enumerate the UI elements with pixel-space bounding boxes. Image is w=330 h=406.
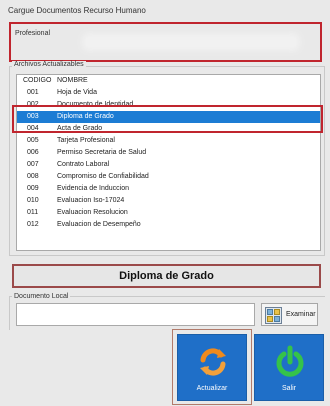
salir-button[interactable]: Salir — [254, 334, 324, 401]
list-row-007[interactable]: 007 Contrato Laboral — [17, 159, 320, 171]
documento-local-input[interactable] — [16, 303, 255, 326]
actualizar-button[interactable]: Actualizar — [177, 334, 247, 401]
row-code: 009 — [27, 185, 39, 192]
row-code: 007 — [27, 161, 39, 168]
list-row-006[interactable]: 006 Permiso Secretaria de Salud — [17, 147, 320, 159]
row-code: 010 — [27, 197, 39, 204]
examinar-label: Examinar — [286, 311, 316, 318]
salir-label: Salir — [281, 385, 296, 392]
power-icon — [275, 345, 305, 377]
row-code: 012 — [27, 221, 39, 228]
row-code: 001 — [27, 89, 39, 96]
selected-document-label: Diploma de Grado — [12, 264, 321, 288]
row-code: 008 — [27, 173, 39, 180]
row-name: Evidencia de Induccion — [57, 185, 129, 192]
column-nombre[interactable]: NOMBRE — [57, 77, 88, 84]
list-row-001[interactable]: 001 Hoja de Vida — [17, 87, 320, 99]
folder-grid-icon — [265, 307, 282, 324]
list-row-011[interactable]: 011 Evaluacion Resolucion — [17, 207, 320, 219]
refresh-icon — [197, 346, 229, 378]
list-row-005[interactable]: 005 Tarjeta Profesional — [17, 135, 320, 147]
row-name: Evaluacion Iso-17024 — [57, 197, 125, 204]
list-header: CODIGO NOMBRE — [17, 75, 320, 87]
list-row-009[interactable]: 009 Evidencia de Induccion — [17, 183, 320, 195]
row-name: Tarjeta Profesional — [57, 137, 115, 144]
row-name: Evaluacion de Desempeño — [57, 221, 141, 228]
row-name: Evaluacion Resolucion — [57, 209, 128, 216]
list-row-008[interactable]: 008 Compromiso de Confiabilidad — [17, 171, 320, 183]
profesional-name-field[interactable] — [86, 37, 296, 47]
row-code: 006 — [27, 149, 39, 156]
documento-local-label: Documento Local — [12, 293, 71, 300]
row-code: 011 — [27, 209, 39, 216]
list-row-012[interactable]: 012 Evaluacion de Desempeño — [17, 219, 320, 231]
window-title: Cargue Documentos Recurso Humano — [8, 6, 146, 15]
profesional-label: Profesional — [15, 30, 51, 37]
row-name: Hoja de Vida — [57, 89, 97, 96]
list-row-010[interactable]: 010 Evaluacion Iso-17024 — [17, 195, 320, 207]
row-code: 005 — [27, 137, 39, 144]
archivos-list[interactable]: CODIGO NOMBRE 001 Hoja de Vida 002 Docum… — [16, 74, 321, 251]
actualizar-label: Actualizar — [196, 385, 228, 392]
archivos-group: Archivos Actualizables CODIGO NOMBRE 001… — [9, 61, 325, 256]
examinar-button[interactable]: Examinar — [261, 303, 318, 326]
archivos-label: Archivos Actualizables — [12, 61, 86, 68]
profesional-group: Profesional — [9, 22, 322, 62]
column-codigo[interactable]: CODIGO — [23, 77, 51, 84]
row-name: Permiso Secretaria de Salud — [57, 149, 147, 156]
row-name: Contrato Laboral — [57, 161, 110, 168]
selection-highlight — [12, 105, 323, 133]
row-name: Compromiso de Confiabilidad — [57, 173, 149, 180]
